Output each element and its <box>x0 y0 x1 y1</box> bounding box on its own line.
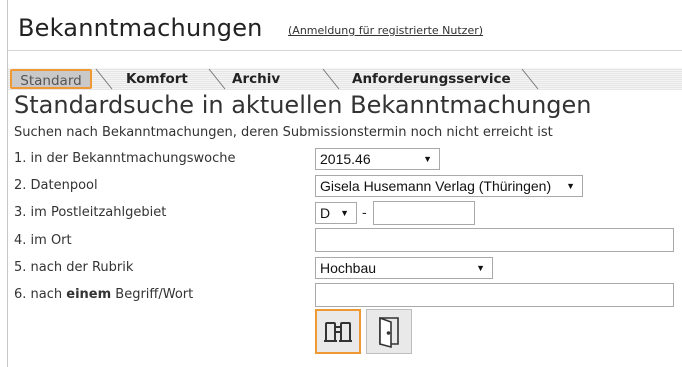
tab-archiv[interactable]: Archiv <box>232 68 280 90</box>
rubrik-select-value: Hochbau <box>320 260 377 276</box>
term-label-suffix: Begriff/Wort <box>111 287 194 302</box>
term-input[interactable] <box>315 283 674 307</box>
plz-input[interactable] <box>373 201 475 225</box>
ort-label: 4. im Ort <box>14 233 72 248</box>
plz-label: 3. im Postleitzahlgebiet <box>14 205 167 220</box>
plz-country-select[interactable]: D ▼ <box>315 202 357 224</box>
tab-standard[interactable]: Standard <box>10 69 92 89</box>
plz-separator: - <box>362 204 367 220</box>
dropdown-arrow-icon: ▼ <box>566 181 575 191</box>
tab-bar: Standard Komfort Archiv Anforderungsserv… <box>8 68 682 90</box>
exit-button[interactable] <box>366 309 412 354</box>
dropdown-arrow-icon: ▼ <box>423 154 432 164</box>
week-label: 1. in der Bekanntmachungswoche <box>14 151 236 166</box>
tab-separator <box>208 68 226 90</box>
dropdown-arrow-icon: ▼ <box>476 263 485 273</box>
ort-input[interactable] <box>315 228 674 252</box>
term-label-bold: einem <box>66 287 112 302</box>
pool-select-value: Gisela Husemann Verlag (Thüringen) <box>320 178 552 194</box>
pool-select[interactable]: Gisela Husemann Verlag (Thüringen) ▼ <box>315 175 583 197</box>
dropdown-arrow-icon: ▼ <box>340 208 349 218</box>
door-icon <box>379 316 399 349</box>
term-label: 6. nach einem Begriff/Wort <box>14 287 193 302</box>
tab-separator <box>95 68 113 90</box>
search-button[interactable] <box>315 309 361 354</box>
login-link[interactable]: (Anmeldung für registrierte Nutzer) <box>288 24 483 37</box>
rubrik-label: 5. nach der Rubrik <box>14 260 134 275</box>
tab-anforderungsservice[interactable]: Anforderungsservice <box>352 68 511 90</box>
plz-country-value: D <box>320 205 331 221</box>
tab-separator <box>322 68 340 90</box>
week-select[interactable]: 2015.46 ▼ <box>315 148 440 170</box>
tab-separator <box>521 68 539 90</box>
header-divider <box>8 50 682 51</box>
tab-komfort[interactable]: Komfort <box>126 68 188 90</box>
pool-label: 2. Datenpool <box>14 178 98 193</box>
week-select-value: 2015.46 <box>320 151 371 167</box>
term-label-prefix: 6. nach <box>14 287 67 302</box>
section-heading: Standardsuche in aktuellen Bekanntmachun… <box>14 91 592 119</box>
page-title: Bekanntmachungen <box>18 14 263 42</box>
rubrik-select[interactable]: Hochbau ▼ <box>315 257 493 279</box>
binoculars-icon <box>324 322 352 342</box>
section-subtitle: Suchen nach Bekanntmachungen, deren Subm… <box>14 125 553 140</box>
